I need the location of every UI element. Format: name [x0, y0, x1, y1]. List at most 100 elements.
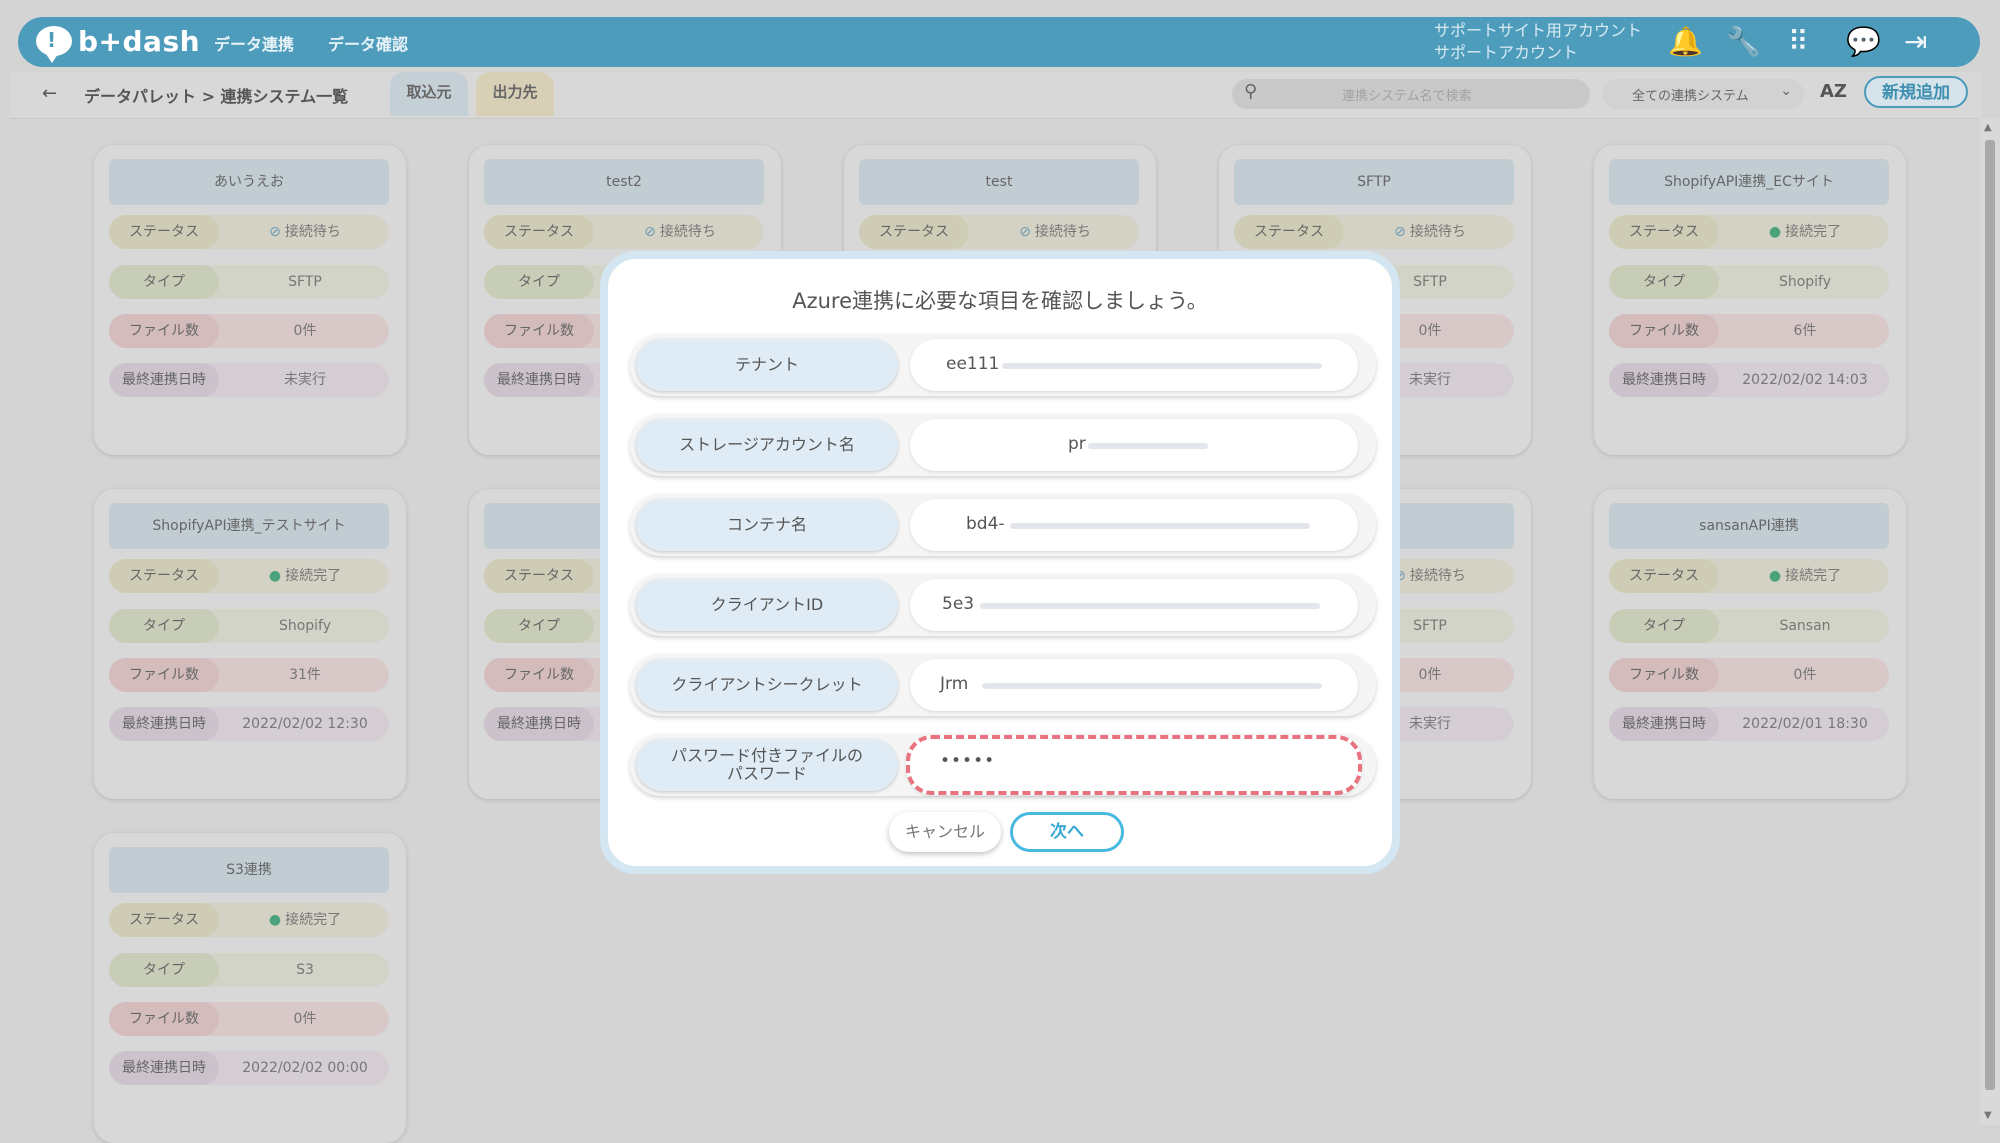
card-title: test2 [484, 159, 764, 205]
files-row: ファイル数 0件 [109, 314, 389, 348]
row-value-text: S3 [296, 962, 314, 978]
type-row: タイプ Shopify [1609, 265, 1889, 299]
row-label: ステータス [1609, 559, 1719, 593]
scrollbar-thumb[interactable] [1985, 140, 1995, 1090]
system-card[interactable]: sansanAPI連携 ステータス ● 接続完了 タイプ Sansan ファイル数 0件 最終連… [1594, 489, 1906, 799]
row-label: ファイル数 [484, 658, 594, 692]
row-value: 2022/02/02 14:03 [1721, 363, 1889, 397]
check-circle-icon: ● [268, 568, 282, 584]
status-row: ステータス⊘接続待ち [1234, 215, 1514, 249]
row-label: ステータス [109, 215, 219, 249]
back-arrow-icon[interactable]: ← [42, 83, 57, 104]
account-name: サポートアカウント [1434, 43, 1579, 62]
row-value: ● 接続完了 [221, 903, 389, 937]
row-value-text: 2022/02/01 18:30 [1742, 716, 1868, 732]
dialog-title: Azure連携に必要な項目を確認しましょう。 [792, 289, 1208, 313]
app-header: ! b+dash データ連携 データ確認 サポートサイト用アカウント サポートア… [18, 17, 1980, 67]
tenant-input[interactable]: ee111 [910, 339, 1358, 391]
tab-output-target[interactable]: 出力先 [476, 72, 554, 116]
check-circle-icon: ● [1768, 224, 1782, 240]
field-value: 5e3 [942, 594, 975, 614]
row-value-text: 0件 [1793, 667, 1817, 683]
new-add-button[interactable]: 新規追加 [1864, 76, 1968, 108]
system-card[interactable]: ShopifyAPI連携_テストサイト ステータス ● 接続完了 タイプ Shopify フ… [94, 489, 406, 799]
field-value: ee111 [946, 354, 1000, 374]
row-value: 0件 [221, 314, 389, 348]
row-label: タイプ [1609, 609, 1719, 643]
status-row: ステータス ● 接続完了 [1609, 215, 1889, 249]
row-label: ファイル数 [109, 1002, 219, 1036]
bell-icon[interactable]: 🔔 [1668, 27, 1703, 57]
field-label: コンテナ名 [636, 499, 898, 551]
status-row: ステータス⊘接続待ち [109, 215, 389, 249]
row-value-text: Shopify [1778, 274, 1832, 290]
client-id-input[interactable]: 5e3 [910, 579, 1358, 631]
cancel-button[interactable]: キャンセル [889, 812, 1001, 852]
date-row: 最終連携日時 2022/02/02 14:03 [1609, 363, 1889, 397]
search-input[interactable]: 連携システム名で検索 [1342, 85, 1472, 104]
date-row: 最終連携日時 2022/02/02 12:30 [109, 707, 389, 741]
client-secret-input[interactable]: Jrm [910, 659, 1358, 711]
row-value-text: 接続完了 [1785, 568, 1842, 584]
row-value-text: 2022/02/02 12:30 [242, 716, 368, 732]
filter-value: 全ての連携システム [1632, 89, 1749, 104]
files-row: ファイル数 0件 [1609, 658, 1889, 692]
container-input[interactable]: bd4- [910, 499, 1358, 551]
chat-icon[interactable]: 💬 [1846, 27, 1881, 57]
system-card[interactable]: あいうえお ステータス ⊘ 接続待ち タイプ SFTP ファイル数 0件 最終連携日時 未実行 [94, 145, 406, 455]
row-value-text: 接続待ち [1409, 568, 1466, 584]
pending-icon: ⊘ [644, 224, 656, 240]
status-row: ステータス ● 接続完了 [109, 903, 389, 937]
nav-data-check[interactable]: データ確認 [328, 31, 408, 55]
sort-az-button[interactable]: AZ [1820, 81, 1847, 102]
wrench-icon[interactable]: 🔧 [1726, 27, 1761, 57]
row-value: S3 [221, 953, 389, 987]
row-label: ファイル数 [1609, 658, 1719, 692]
redacted-text [1002, 363, 1322, 369]
field-file-password: パスワード付きファイルの パスワード ••••• [630, 734, 1376, 796]
system-card[interactable]: S3連携 ステータス ● 接続完了 タイプ S3 ファイル数 0件 最終連携日時 2022/02/… [94, 833, 406, 1143]
scroll-down-arrow-icon[interactable]: ▼ [1984, 1110, 1992, 1121]
scroll-up-arrow-icon[interactable]: ▲ [1984, 122, 1992, 133]
logo[interactable]: ! b+dash [36, 21, 200, 63]
row-value-text: 未実行 [284, 372, 326, 388]
system-card[interactable]: ShopifyAPI連携_ECサイト ステータス ● 接続完了 タイプ Shopify ファ… [1594, 145, 1906, 455]
redacted-text [980, 603, 1320, 609]
row-label: ステータス [109, 559, 219, 593]
row-value-text: 6件 [1793, 323, 1817, 339]
files-row: ファイル数 6件 [1609, 314, 1889, 348]
row-label: ファイル数 [484, 314, 594, 348]
row-value-text: 未実行 [1409, 716, 1451, 732]
next-button[interactable]: 次へ [1010, 812, 1124, 852]
logo-icon: ! [36, 26, 72, 63]
row-label: タイプ [484, 609, 594, 643]
nav-data-integration[interactable]: データ連携 [214, 31, 294, 55]
row-label: ステータス [484, 559, 594, 593]
logout-icon[interactable]: ⇥ [1904, 27, 1927, 57]
scrollbar[interactable]: ▲ ▼ [1980, 118, 2000, 1125]
breadcrumb: データパレット > 連携システム一覧 [84, 87, 349, 106]
status-row: ステータス⊘接続待ち [484, 215, 764, 249]
grid-icon[interactable]: ⠿ [1788, 27, 1809, 57]
field-label: クライアントID [636, 579, 898, 631]
field-value: Jrm [940, 674, 969, 694]
tab-import-source[interactable]: 取込元 [390, 72, 468, 116]
row-value-text: 0件 [1418, 667, 1442, 683]
field-value: pr [1068, 434, 1086, 454]
field-container: コンテナ名 bd4- [630, 494, 1376, 556]
status-row: ステータス ● 接続完了 [1609, 559, 1889, 593]
row-value-text: 接続待ち [284, 224, 341, 240]
account-info[interactable]: サポートサイト用アカウント サポートアカウント [1434, 20, 1642, 64]
azure-setup-dialog: Azure連携に必要な項目を確認しましょう。 テナント ee111 ストレージア… [600, 251, 1400, 874]
system-filter-select[interactable]: 全ての連携システム ⌄ [1602, 79, 1804, 109]
search-box[interactable]: ⚲ 連携システム名で検索 [1232, 79, 1590, 109]
row-value: 31件 [221, 658, 389, 692]
storage-account-input[interactable]: pr [910, 419, 1358, 471]
row-label: 最終連携日時 [109, 363, 219, 397]
field-value: ••••• [940, 751, 996, 771]
date-row: 最終連携日時 2022/02/01 18:30 [1609, 707, 1889, 741]
row-label: 最終連携日時 [109, 707, 219, 741]
type-row: タイプ Sansan [1609, 609, 1889, 643]
file-password-input[interactable]: ••••• [906, 735, 1362, 795]
row-value: 0件 [1721, 658, 1889, 692]
